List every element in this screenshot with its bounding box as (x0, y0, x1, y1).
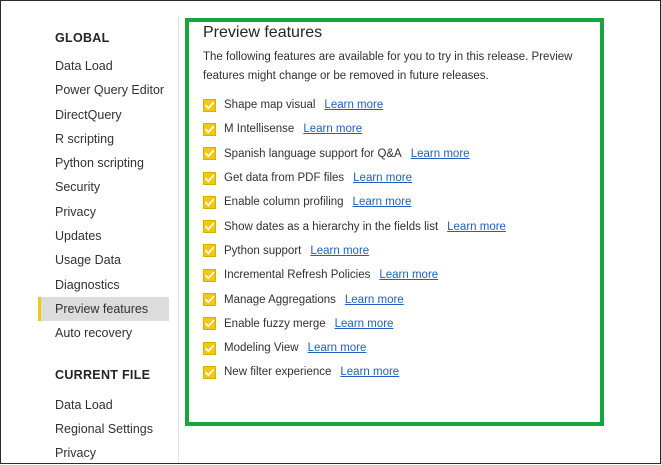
feature-label: Manage Aggregations (224, 293, 336, 306)
feature-row: Shape map visual Learn more (203, 93, 600, 117)
checkmark-icon[interactable] (203, 171, 216, 185)
feature-row: Show dates as a hierarchy in the fields … (203, 214, 600, 238)
feature-row: Incremental Refresh Policies Learn more (203, 263, 600, 287)
sidebar-item-auto-recovery[interactable]: Auto recovery (38, 321, 169, 345)
sidebar-item-usage-data[interactable]: Usage Data (38, 248, 169, 272)
checkmark-icon[interactable] (203, 293, 216, 307)
sidebar-item-data-load[interactable]: Data Load (38, 54, 169, 78)
sidebar-item-current-data-load[interactable]: Data Load (38, 393, 169, 417)
checkmark-icon[interactable] (203, 220, 216, 234)
feature-label: New filter experience (224, 366, 332, 379)
learn-more-link[interactable]: Learn more (310, 245, 369, 257)
current-file-nav-list: Data Load Regional Settings Privacy (41, 393, 169, 465)
checkmark-icon[interactable] (203, 341, 216, 355)
feature-label: Python support (224, 244, 302, 257)
sidebar-item-privacy[interactable]: Privacy (38, 200, 169, 224)
feature-label: Shape map visual (224, 99, 316, 112)
sidebar-item-diagnostics[interactable]: Diagnostics (38, 273, 169, 297)
learn-more-link[interactable]: Learn more (353, 172, 412, 184)
sidebar-item-security[interactable]: Security (38, 175, 169, 199)
feature-label: M Intellisense (224, 123, 295, 136)
learn-more-link[interactable]: Learn more (308, 342, 367, 354)
learn-more-link[interactable]: Learn more (411, 148, 470, 160)
section-title-global: GLOBAL (55, 31, 110, 45)
feature-label: Get data from PDF files (224, 172, 345, 185)
learn-more-link[interactable]: Learn more (447, 221, 506, 233)
learn-more-link[interactable]: Learn more (353, 196, 412, 208)
sidebar-item-power-query-editor[interactable]: Power Query Editor (38, 78, 169, 102)
sidebar-divider (178, 15, 179, 463)
feature-row: New filter experience Learn more (203, 360, 600, 384)
learn-more-link[interactable]: Learn more (340, 366, 399, 378)
checkmark-icon[interactable] (203, 147, 216, 161)
feature-label: Show dates as a hierarchy in the fields … (224, 220, 439, 233)
checkmark-icon[interactable] (203, 98, 216, 112)
checkmark-icon[interactable] (203, 244, 216, 258)
panel-description: The following features are available for… (203, 51, 573, 82)
sidebar-item-python-scripting[interactable]: Python scripting (38, 151, 169, 175)
sidebar-item-directquery[interactable]: DirectQuery (38, 103, 169, 127)
learn-more-link[interactable]: Learn more (335, 318, 394, 330)
checkmark-icon[interactable] (203, 365, 216, 379)
feature-label: Enable column profiling (224, 196, 344, 209)
options-sidebar: GLOBAL Data Load Power Query Editor Direct… (38, 25, 169, 465)
sidebar-item-r-scripting[interactable]: R scripting (38, 127, 169, 151)
feature-label: Incremental Refresh Policies (224, 269, 371, 282)
feature-row: Enable fuzzy merge Learn more (203, 312, 600, 336)
feature-row: M Intellisense Learn more (203, 117, 600, 141)
feature-row: Python support Learn more (203, 239, 600, 263)
feature-row: Enable column profiling Learn more (203, 190, 600, 214)
feature-list: Shape map visual Learn more M Intellisense… (203, 93, 600, 385)
feature-label: Enable fuzzy merge (224, 317, 326, 330)
section-title-current-file: CURRENT FILE (55, 367, 151, 382)
checkmark-icon[interactable] (203, 122, 216, 136)
options-dialog: GLOBAL Data Load Power Query Editor Direct… (0, 0, 661, 464)
sidebar-item-current-regional-settings[interactable]: Regional Settings (38, 417, 169, 441)
learn-more-link[interactable]: Learn more (303, 123, 362, 135)
sidebar-item-current-privacy[interactable]: Privacy (38, 441, 169, 465)
checkmark-icon[interactable] (203, 317, 216, 331)
sidebar-item-updates[interactable]: Updates (38, 224, 169, 248)
panel-title: Preview features (203, 24, 323, 41)
feature-label: Spanish language support for Q&A (224, 147, 402, 160)
global-nav-list: Data Load Power Query Editor DirectQuery R … (38, 54, 169, 346)
preview-features-panel: Preview features The following features … (185, 18, 604, 426)
sidebar-item-preview-features[interactable]: Preview features (38, 296, 169, 322)
checkmark-icon[interactable] (203, 195, 216, 209)
feature-row: Manage Aggregations Learn more (203, 287, 600, 311)
checkmark-icon[interactable] (203, 268, 216, 282)
feature-row: Modeling View Learn more (203, 336, 600, 360)
learn-more-link[interactable]: Learn more (379, 269, 438, 281)
feature-row: Get data from PDF files Learn more (203, 166, 600, 190)
learn-more-link[interactable]: Learn more (324, 99, 383, 111)
learn-more-link[interactable]: Learn more (345, 294, 404, 306)
feature-label: Modeling View (224, 342, 299, 355)
feature-row: Spanish language support for Q&A Learn mo… (203, 142, 600, 166)
